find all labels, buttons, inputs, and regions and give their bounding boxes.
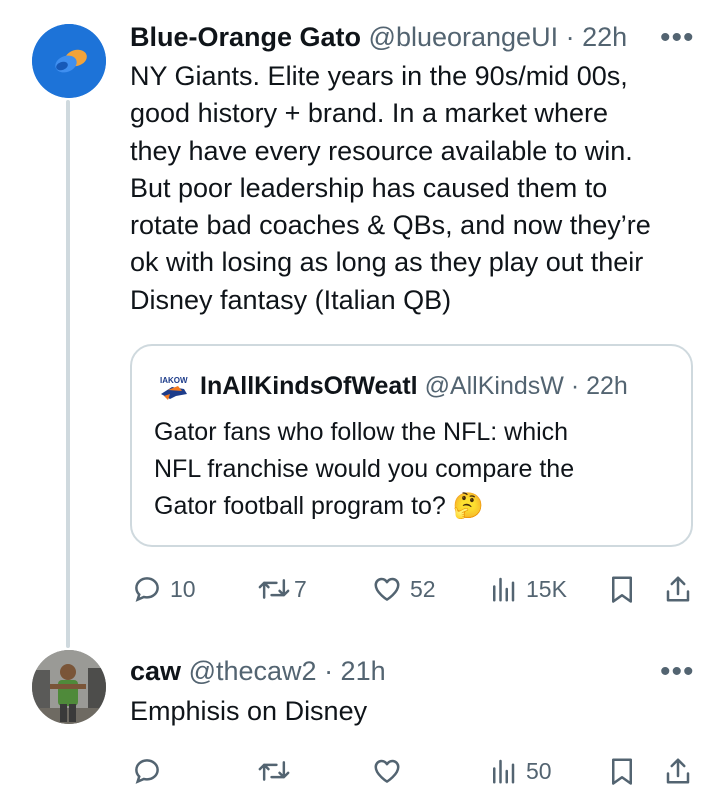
views-chart-icon xyxy=(493,759,515,784)
reply-count: 10 xyxy=(170,575,196,602)
bookmark-button[interactable] xyxy=(608,574,636,604)
bookmark-icon xyxy=(612,576,632,603)
reply-icon xyxy=(135,577,159,602)
reply-timestamp[interactable]: · 21h xyxy=(324,656,386,686)
quoted-text-line: NFL franchise would you compare the xyxy=(154,455,575,483)
more-options-button[interactable]: ••• xyxy=(660,23,695,53)
share-button[interactable] xyxy=(664,574,692,604)
views-chart-icon xyxy=(493,577,515,602)
share-icon xyxy=(666,576,690,602)
reply-author-name[interactable]: caw xyxy=(130,656,181,686)
share-icon xyxy=(666,758,690,784)
reply-icon xyxy=(135,759,159,784)
repost-icon xyxy=(258,579,290,599)
views-button[interactable]: 15K xyxy=(488,574,567,604)
like-count: 52 xyxy=(410,575,436,602)
person-photo-icon xyxy=(32,650,106,724)
reply-header: caw @thecaw2 · 21h xyxy=(130,654,630,688)
quoted-text-line: Gator fans who follow the NFL: which xyxy=(154,418,569,446)
bookmark-icon xyxy=(612,758,632,785)
reply-share-button[interactable] xyxy=(664,756,692,786)
author-name[interactable]: Blue-Orange Gato xyxy=(130,22,361,52)
quoted-tweet-header: InAllKindsOfWeatl @AllKindsW · 22h xyxy=(200,370,680,402)
reply-views-button[interactable]: 50 xyxy=(488,756,552,786)
tweet-text-line: Disney fantasy (Italian QB) xyxy=(130,284,452,315)
gator-logo-icon: IAKOW xyxy=(160,376,188,400)
quoted-timestamp[interactable]: · 22h xyxy=(571,372,628,400)
tweet-text: NY Giants. Elite years in the 90s/mid 00… xyxy=(130,58,710,319)
tweet-text-line: ok with losing as long as they play out … xyxy=(130,247,644,278)
reply-text: Emphisis on Disney xyxy=(130,696,368,726)
reply-button[interactable]: 10 xyxy=(132,574,196,604)
more-horizontal-icon: ••• xyxy=(660,655,695,688)
tweet-text-line: NY Giants. Elite years in the 90s/mid 00… xyxy=(130,61,628,91)
quoted-text-line: Gator football program to? 🤔 xyxy=(154,492,484,520)
tweet-header: Blue-Orange Gato @blueorangeUI · 22h xyxy=(130,20,670,54)
blue-orange-logo-icon xyxy=(32,24,106,98)
avatar-caw[interactable] xyxy=(32,650,106,724)
svg-text:IAKOW: IAKOW xyxy=(160,376,188,385)
heart-icon xyxy=(374,577,400,601)
author-handle[interactable]: @blueorangeUI xyxy=(369,22,559,52)
reply-like-button[interactable] xyxy=(372,756,402,786)
thread-connector-line xyxy=(66,100,70,648)
tweet-text-line: rotate bad coaches & QBs, and now they’r… xyxy=(130,210,651,241)
tweet-timestamp[interactable]: · 22h xyxy=(566,22,628,52)
tweet-text-line: they have every resource available to wi… xyxy=(130,135,633,166)
quoted-author-name[interactable]: InAllKindsOfWeatl xyxy=(200,372,418,400)
tweet-text-line: good history + brand. In a market where xyxy=(130,98,609,129)
reply-more-options-button[interactable]: ••• xyxy=(660,657,695,687)
repost-count: 7 xyxy=(294,575,307,602)
reply-view-count: 50 xyxy=(526,757,552,784)
repost-icon xyxy=(258,761,290,781)
reply-repost-button[interactable] xyxy=(258,756,290,786)
quoted-author-handle[interactable]: @AllKindsW xyxy=(425,372,564,400)
like-button[interactable]: 52 xyxy=(372,574,436,604)
reply-author-handle[interactable]: @thecaw2 xyxy=(189,656,317,686)
repost-button[interactable]: 7 xyxy=(258,574,307,604)
more-horizontal-icon: ••• xyxy=(660,21,695,54)
avatar-blue-orange-gato[interactable] xyxy=(32,24,106,98)
heart-icon xyxy=(374,759,400,783)
quoted-tweet-card[interactable]: IAKOW InAllKindsOfWeatl @AllKindsW · 22h… xyxy=(130,344,693,547)
quoted-tweet-text: Gator fans who follow the NFL: which NFL… xyxy=(154,414,684,525)
view-count: 15K xyxy=(526,575,567,602)
tweet-text-line: But poor leadership has caused them to xyxy=(130,172,608,203)
reply-bookmark-button[interactable] xyxy=(608,756,636,786)
reply-reply-button[interactable] xyxy=(132,756,162,786)
